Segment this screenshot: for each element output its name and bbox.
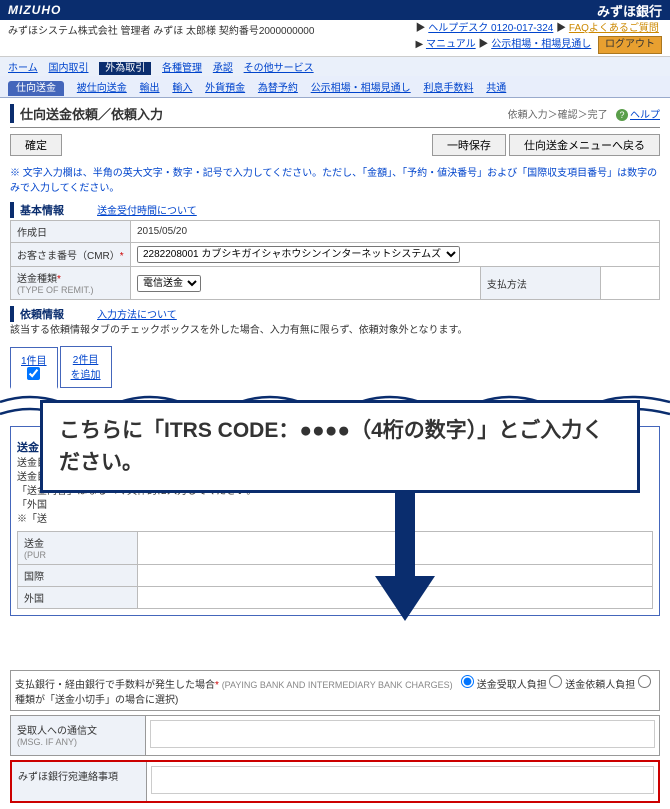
- tempsave-button[interactable]: 一時保存: [432, 134, 506, 156]
- instruction-callout: こちらに「ITRS CODE：●●●●（4桁の数字）」とご入力ください。: [40, 400, 640, 493]
- company-info: みずほシステム株式会社 管理者 みずほ 太郎様 契約番号2000000000: [8, 22, 314, 37]
- purpose-row1: 送金(PUR: [18, 532, 138, 565]
- tab-item-1[interactable]: 1件目: [10, 347, 58, 389]
- remit-type-select[interactable]: 電信送金: [137, 275, 201, 292]
- tab-outward[interactable]: 仕向送金: [8, 81, 64, 96]
- brand-name: みずほ銀行: [597, 1, 662, 20]
- mizuho-contact-row: みずほ銀行宛連絡事項: [10, 760, 660, 803]
- nav-accept[interactable]: 承認: [213, 63, 233, 74]
- faq-link[interactable]: FAQよくあるご質問: [569, 23, 659, 34]
- customer-label: お客さま番号（CMR）*: [11, 243, 131, 267]
- help-icon: ?: [616, 109, 628, 121]
- hours-link[interactable]: 送金受付時間について: [97, 206, 197, 217]
- date-value: 2015/05/20: [131, 221, 660, 243]
- nav-fx[interactable]: 外為取引: [99, 62, 151, 75]
- tab-fwd[interactable]: 為替予約: [258, 83, 298, 94]
- purpose-row2: 国際: [18, 565, 138, 587]
- confirm-button[interactable]: 確定: [10, 134, 62, 156]
- tab-common[interactable]: 共通: [486, 83, 506, 94]
- arrow-icon: [370, 486, 440, 626]
- help-links: ▶ ヘルプデスク 0120-017-324 ▶ FAQよくあるご質問 ▶ マニュ…: [415, 22, 662, 54]
- tab-inward[interactable]: 被仕向送金: [77, 83, 127, 94]
- tab-export[interactable]: 輸出: [140, 83, 160, 94]
- mizuho-contact-textarea[interactable]: [151, 766, 654, 794]
- remit-type-label: 送金種類*(TYPE OF REMIT.): [11, 267, 131, 300]
- page-title: 仕向送金依頼／依頼入力: [10, 104, 163, 123]
- breadcrumb: 依頼入力＞確認＞完了 ?ヘルプ: [508, 106, 660, 121]
- tab-fcy-deposit[interactable]: 外貨預金: [205, 83, 245, 94]
- request-desc: 該当する依頼情報タブのチェックボックスを外した場合、入力有無に限らず、依頼対象外…: [10, 324, 660, 338]
- nav-domestic[interactable]: 国内取引: [48, 63, 88, 74]
- back-button[interactable]: 仕向送金メニューへ戻る: [509, 134, 660, 156]
- message-textarea[interactable]: [150, 720, 655, 748]
- nav-other[interactable]: その他サービス: [244, 63, 314, 74]
- tab1-checkbox[interactable]: [27, 367, 40, 380]
- pay-method-label: 支払方法: [480, 267, 600, 300]
- customer-select[interactable]: 2282208001 カブシキガイシャホウシンインターネットシステムズ: [137, 246, 460, 263]
- input-note: ※ 文字入力欄は、半角の英大文字・数字・記号で入力してください。ただし、「金額」…: [10, 164, 660, 194]
- basic-table: 作成日 2015/05/20 お客さま番号（CMR）* 2282208001 カ…: [10, 220, 660, 300]
- tab-item-2[interactable]: 2件目を追加: [60, 346, 112, 388]
- purpose-row3: 外国: [18, 587, 138, 609]
- manual-link[interactable]: マニュアル: [426, 39, 476, 50]
- charge-opt2[interactable]: 送金依頼人負担: [549, 680, 635, 691]
- nav-secondary: 仕向送金 被仕向送金 輸出 輸入 外貨預金 為替予約 公示相場・相場見通し 利息…: [0, 76, 670, 98]
- bank-charges-row: 支払銀行・経由銀行で手数料が発生した場合* (PAYING BANK AND I…: [10, 670, 660, 711]
- section-request: 依頼情報 入力方法について: [10, 306, 660, 322]
- pay-method-value: [600, 267, 659, 300]
- nav-home[interactable]: ホーム: [8, 63, 38, 74]
- section-basic: 基本情報 送金受付時間について: [10, 202, 660, 218]
- helpdesk-link[interactable]: ヘルプデスク 0120-017-324: [428, 23, 553, 34]
- nav-mgmt[interactable]: 各種管理: [162, 63, 202, 74]
- logout-button[interactable]: ログアウト: [598, 36, 662, 54]
- help-link[interactable]: ヘルプ: [630, 110, 660, 121]
- rate-notice-link[interactable]: 公示相場・相場見通し: [491, 39, 591, 50]
- input-help-link[interactable]: 入力方法について: [97, 310, 177, 321]
- charge-opt1[interactable]: 送金受取人負担: [461, 680, 547, 691]
- message-row: 受取人への通信文(MSG. IF ANY): [10, 715, 660, 756]
- tab-fees[interactable]: 利息手数料: [423, 83, 473, 94]
- tab-rates[interactable]: 公示相場・相場見通し: [311, 83, 411, 94]
- nav-primary: ホーム 国内取引 外為取引 各種管理 承認 その他サービス: [0, 57, 670, 76]
- date-label: 作成日: [11, 221, 131, 243]
- brand-logo: MIZUHO: [8, 3, 61, 17]
- tab-import[interactable]: 輸入: [172, 83, 192, 94]
